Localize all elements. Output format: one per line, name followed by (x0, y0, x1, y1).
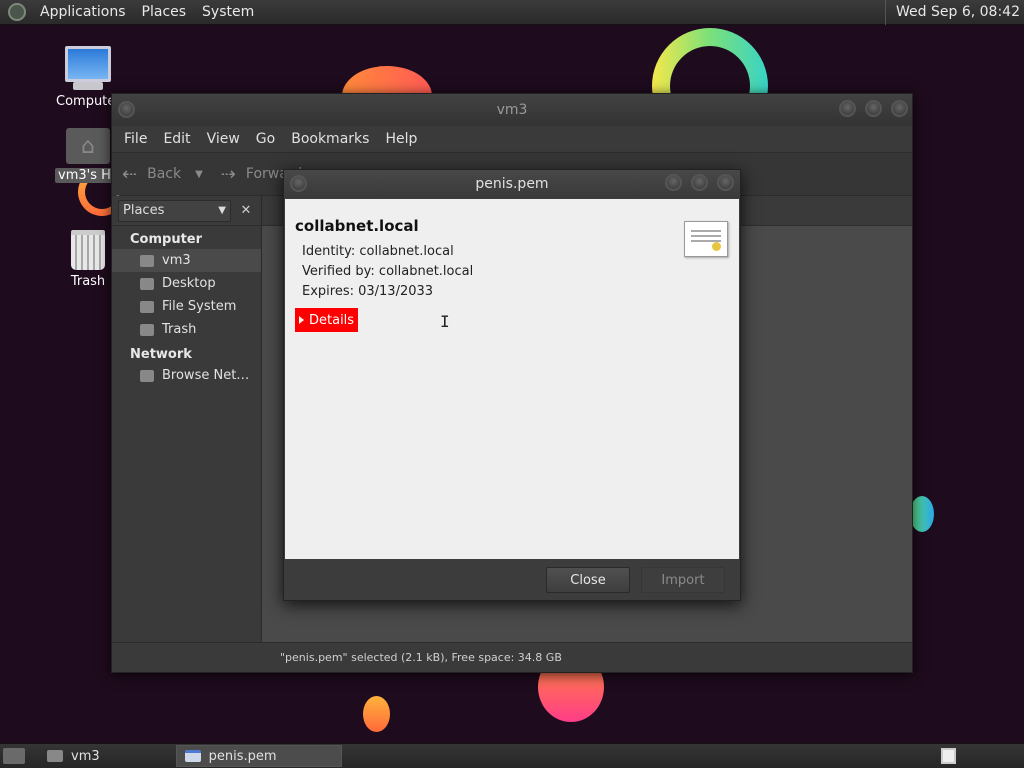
home-icon (140, 254, 154, 267)
computer-stand (73, 82, 103, 90)
close-window-button[interactable] (891, 100, 908, 117)
menu-applications[interactable]: Applications (32, 4, 134, 20)
text-cursor-icon: I (440, 312, 450, 331)
details-label: Details (309, 312, 355, 328)
sidebar-item-vm3[interactable]: vm3 (112, 249, 261, 272)
certificate-verified-by: Verified by: collabnet.local (302, 264, 474, 279)
sidebar-section-network: Network (130, 347, 192, 362)
fm-statusbar: "penis.pem" selected (2.1 kB), Free spac… (112, 642, 912, 672)
menu-file[interactable]: File (116, 131, 155, 147)
top-panel: Applications Places System Wed Sep 6, 08… (0, 0, 1024, 25)
menu-help[interactable]: Help (377, 131, 425, 147)
forward-arrow-icon: ⇢ (220, 163, 236, 185)
fm-window-title: vm3 (496, 102, 528, 118)
minimize-button[interactable] (839, 100, 856, 117)
maximize-button[interactable] (865, 100, 882, 117)
folder-icon (47, 750, 63, 762)
taskbar-item-penis-pem[interactable]: penis.pem (175, 745, 342, 767)
sidebar-item-label: Browse Net… (162, 368, 250, 383)
home-folder-icon: ⌂ (66, 128, 110, 164)
menu-logo-icon[interactable] (8, 3, 26, 21)
dialog-title: penis.pem (475, 176, 549, 192)
menu-go[interactable]: Go (248, 131, 283, 147)
close-button[interactable]: Close (546, 567, 630, 593)
back-arrow-icon: ⇠ (122, 163, 138, 185)
close-window-button[interactable] (717, 174, 734, 191)
certificate-info-panel: collabnet.local Identity: collabnet.loca… (285, 199, 739, 559)
chevron-down-icon: ▼ (218, 205, 226, 216)
menu-places[interactable]: Places (134, 4, 195, 20)
taskbar-item-vm3[interactable]: vm3 (39, 745, 108, 767)
fm-titlebar[interactable]: vm3 (112, 94, 912, 126)
sidebar-item-trash[interactable]: Trash (112, 318, 261, 341)
menu-bookmarks[interactable]: Bookmarks (283, 131, 377, 147)
maximize-button[interactable] (691, 174, 708, 191)
drive-icon (140, 300, 154, 313)
fm-menubar: File Edit View Go Bookmarks Help (112, 126, 912, 152)
sidebar-item-label: Desktop (162, 276, 216, 291)
sidebar-item-label: vm3 (162, 253, 191, 268)
certificate-identity: Identity: collabnet.local (302, 244, 454, 259)
import-button[interactable]: Import (641, 567, 725, 593)
menu-system[interactable]: System (194, 4, 262, 20)
menu-view[interactable]: View (199, 131, 248, 147)
certificate-name: collabnet.local (295, 217, 419, 235)
trash-icon (140, 323, 154, 336)
sidebar-item-desktop[interactable]: Desktop (112, 272, 261, 295)
window-menu-button[interactable] (290, 175, 307, 192)
back-button[interactable]: ⇠ Back ▼ (122, 164, 203, 185)
expander-arrow-icon (299, 316, 304, 324)
places-header: Places ▼ ✕ (112, 196, 261, 226)
taskbar-item-label: vm3 (71, 748, 100, 764)
back-label: Back (147, 166, 182, 182)
places-sidebar: Places ▼ ✕ Computer vm3 Desktop File Sys… (112, 196, 262, 642)
back-history-dropdown-icon[interactable]: ▼ (195, 169, 203, 180)
desktop-icon-label: Trash (70, 274, 106, 289)
network-icon (140, 369, 154, 382)
bottom-panel: vm3 penis.pem (0, 743, 1024, 768)
close-sidebar-icon[interactable]: ✕ (237, 202, 255, 220)
window-icon (184, 750, 201, 762)
menu-edit[interactable]: Edit (155, 131, 198, 147)
dialog-titlebar[interactable]: penis.pem (284, 170, 740, 198)
taskbar-item-label: penis.pem (208, 748, 277, 764)
show-desktop-icon[interactable] (3, 748, 25, 764)
window-menu-button[interactable] (118, 101, 135, 118)
sidebar-item-file-system[interactable]: File System (112, 295, 261, 318)
minimize-button[interactable] (665, 174, 682, 191)
workspace-switcher-icon[interactable] (941, 748, 956, 764)
sidebar-item-browse-network[interactable]: Browse Net… (112, 364, 261, 387)
sidebar-item-label: Trash (162, 322, 197, 337)
certificate-icon (684, 221, 728, 257)
places-dropdown[interactable]: Places ▼ (118, 199, 231, 222)
computer-icon (65, 46, 111, 82)
desktop-folder-icon (140, 277, 154, 290)
sidebar-item-label: File System (162, 299, 237, 314)
details-expander[interactable]: Details (295, 308, 359, 332)
sidebar-section-computer: Computer (130, 232, 203, 247)
trash-icon (71, 230, 105, 270)
panel-clock[interactable]: Wed Sep 6, 08:42 (885, 0, 1024, 25)
status-text: "penis.pem" selected (2.1 kB), Free spac… (280, 651, 562, 664)
places-dropdown-label: Places (123, 203, 165, 218)
wallpaper-blob-small (363, 696, 390, 732)
certificate-dialog: penis.pem collabnet.local Identity: coll… (283, 169, 741, 601)
certificate-expires: Expires: 03/13/2033 (302, 284, 434, 299)
wallpaper-blob-right (910, 496, 934, 532)
